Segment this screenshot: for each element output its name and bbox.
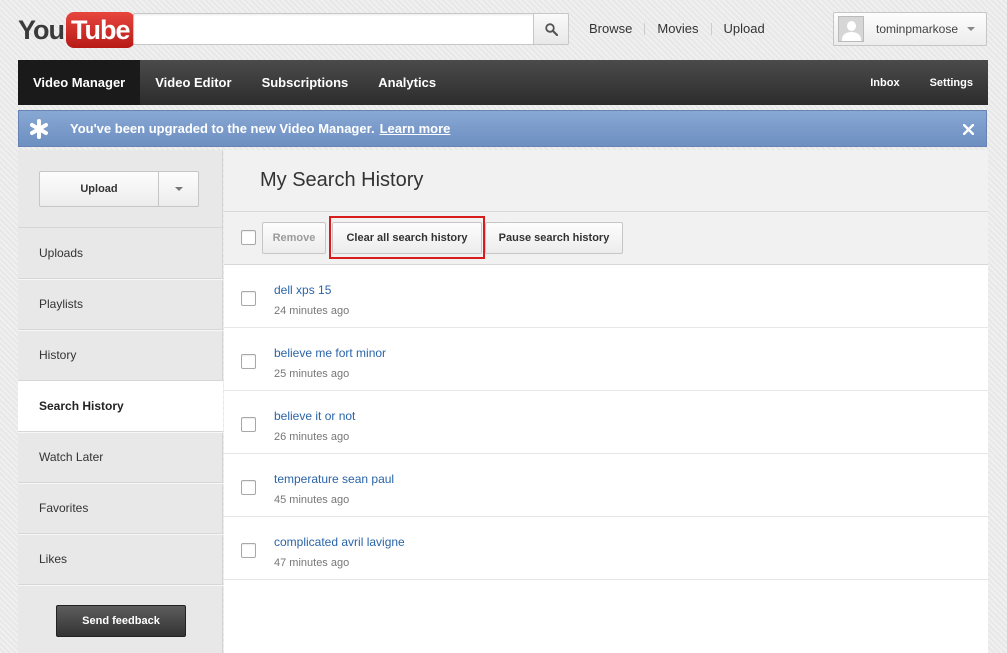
search-query-link[interactable]: temperature sean paul — [274, 472, 394, 486]
search-timestamp: 25 minutes ago — [274, 368, 350, 380]
send-feedback-button[interactable]: Send feedback — [56, 605, 186, 637]
learn-more-link[interactable]: Learn more — [380, 121, 451, 136]
tab-video-manager[interactable]: Video Manager — [18, 60, 141, 105]
username: tominpmarkose — [876, 22, 959, 36]
upload-dropdown-button[interactable] — [159, 172, 198, 206]
top-links: Browse Movies Upload — [589, 21, 765, 36]
search-timestamp: 47 minutes ago — [274, 557, 350, 569]
logo-you: You — [18, 15, 65, 45]
separator — [710, 22, 712, 35]
history-toolbar: Remove Clear all search history Pause se… — [224, 212, 988, 265]
account-menu-button[interactable]: tominpmarkose — [833, 12, 987, 46]
search-input[interactable] — [133, 13, 534, 45]
row-checkbox[interactable] — [241, 417, 256, 432]
masthead: You Tube Browse Movies Upload tominpmark… — [0, 0, 1007, 60]
sidebar-item-likes[interactable]: Likes — [18, 534, 223, 585]
search-query-link[interactable]: dell xps 15 — [274, 283, 331, 297]
upload-button-group: Upload — [39, 171, 199, 207]
settings-link[interactable]: Settings — [915, 60, 988, 105]
sidebar-item-playlists[interactable]: Playlists — [18, 279, 223, 330]
sidebar-item-history[interactable]: History — [18, 330, 223, 381]
list-item: temperature sean paul 45 minutes ago — [224, 454, 988, 517]
inbox-link[interactable]: Inbox — [855, 60, 914, 105]
logo-tube: Tube — [66, 12, 135, 48]
list-item: believe it or not 26 minutes ago — [224, 391, 988, 454]
row-checkbox[interactable] — [241, 543, 256, 558]
list-item: believe me fort minor 25 minutes ago — [224, 328, 988, 391]
sidebar-menu: Uploads Playlists History Search History… — [18, 227, 223, 585]
main-content: My Search History Remove Clear all searc… — [224, 150, 988, 653]
avatar — [838, 16, 864, 42]
main-nav: Video Manager Video Editor Subscriptions… — [18, 60, 988, 105]
sidebar-item-search-history[interactable]: Search History — [18, 381, 223, 432]
remove-button[interactable]: Remove — [262, 222, 326, 254]
upload-button[interactable]: Upload — [40, 172, 159, 206]
clear-all-search-history-button[interactable]: Clear all search history — [332, 222, 482, 254]
chevron-down-icon — [967, 27, 976, 31]
page-header: My Search History — [224, 150, 988, 212]
page-title: My Search History — [260, 169, 424, 191]
tab-video-editor[interactable]: Video Editor — [140, 60, 246, 105]
sidebar-item-favorites[interactable]: Favorites — [18, 483, 223, 534]
search-timestamp: 45 minutes ago — [274, 494, 350, 506]
search-timestamp: 24 minutes ago — [274, 305, 350, 317]
select-all-checkbox[interactable] — [241, 230, 256, 245]
search-query-link[interactable]: believe me fort minor — [274, 346, 386, 360]
list-item: dell xps 15 24 minutes ago — [224, 265, 988, 328]
sidebar: Upload Uploads Playlists History Search … — [18, 150, 223, 653]
tab-analytics[interactable]: Analytics — [363, 60, 451, 105]
row-checkbox[interactable] — [241, 291, 256, 306]
row-checkbox[interactable] — [241, 480, 256, 495]
star-icon — [29, 118, 49, 139]
search-button[interactable] — [533, 13, 569, 45]
sidebar-item-watch-later[interactable]: Watch Later — [18, 432, 223, 483]
movies-link[interactable]: Movies — [657, 21, 698, 36]
close-icon[interactable] — [959, 120, 977, 138]
upload-link[interactable]: Upload — [724, 21, 765, 36]
browse-link[interactable]: Browse — [589, 21, 632, 36]
search-timestamp: 26 minutes ago — [274, 431, 350, 443]
search-query-link[interactable]: complicated avril lavigne — [274, 535, 405, 549]
sidebar-item-uploads[interactable]: Uploads — [18, 228, 223, 279]
list-item: complicated avril lavigne 47 minutes ago — [224, 517, 988, 580]
youtube-logo[interactable]: You Tube — [18, 11, 135, 49]
search-icon — [544, 22, 558, 36]
chevron-down-icon — [174, 187, 183, 191]
banner-message: You've been upgraded to the new Video Ma… — [70, 121, 375, 136]
separator — [644, 22, 646, 35]
upgrade-banner: You've been upgraded to the new Video Ma… — [18, 110, 987, 147]
row-checkbox[interactable] — [241, 354, 256, 369]
search-query-link[interactable]: believe it or not — [274, 409, 355, 423]
tab-subscriptions[interactable]: Subscriptions — [247, 60, 364, 105]
pause-search-history-button[interactable]: Pause search history — [485, 222, 623, 254]
